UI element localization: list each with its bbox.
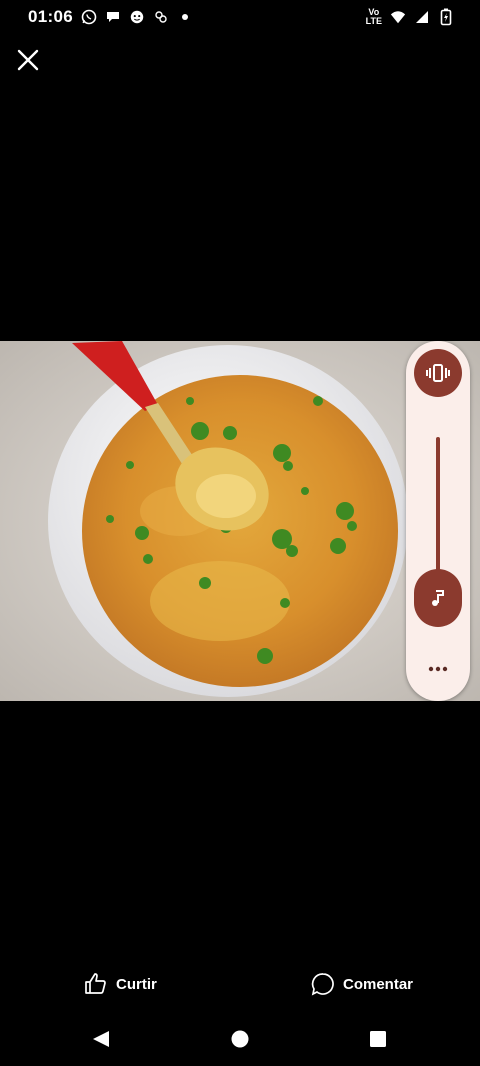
more-dots-icon (428, 666, 448, 672)
photo-viewer-screen: 01:06 Vo LTE Curtir Comentar (0, 0, 480, 1066)
status-bar: 01:06 Vo LTE (0, 0, 480, 34)
like-label: Curtir (116, 975, 157, 993)
signal-icon (414, 9, 430, 25)
like-button[interactable]: Curtir (84, 972, 157, 996)
recents-square-icon (370, 1031, 386, 1047)
system-nav-bar (0, 1016, 480, 1062)
close-icon (17, 49, 39, 71)
dot-icon (177, 9, 193, 25)
chat-bubble-icon (105, 9, 121, 25)
comment-button[interactable]: Comentar (311, 972, 413, 996)
comment-bubble-icon (311, 973, 334, 996)
wifi-icon (390, 9, 406, 25)
status-left: 01:06 (28, 7, 193, 27)
post-actions: Curtir Comentar (0, 966, 480, 1006)
music-note-icon (432, 590, 444, 606)
home-button[interactable] (227, 1026, 253, 1052)
volume-panel (406, 341, 470, 701)
whatsapp-icon (81, 9, 97, 25)
ringer-mode-button[interactable] (414, 349, 462, 397)
volte-indicator: Vo LTE (366, 8, 382, 26)
comment-label: Comentar (343, 975, 414, 993)
back-triangle-icon (93, 1031, 109, 1047)
thumbs-up-icon (85, 973, 106, 994)
volte-bottom-label: LTE (365, 16, 382, 26)
messenger-icon (129, 9, 145, 25)
volume-slider-thumb[interactable] (414, 569, 462, 627)
app-notification-icon (153, 9, 169, 25)
vibrate-icon (426, 364, 450, 382)
clock: 01:06 (28, 7, 73, 26)
status-right: Vo LTE (366, 8, 454, 26)
close-button[interactable] (14, 46, 42, 74)
volume-more-button[interactable] (422, 655, 454, 683)
back-button[interactable] (88, 1026, 114, 1052)
home-circle-icon (231, 1030, 249, 1048)
battery-charging-icon (438, 8, 454, 26)
recents-button[interactable] (365, 1026, 391, 1052)
